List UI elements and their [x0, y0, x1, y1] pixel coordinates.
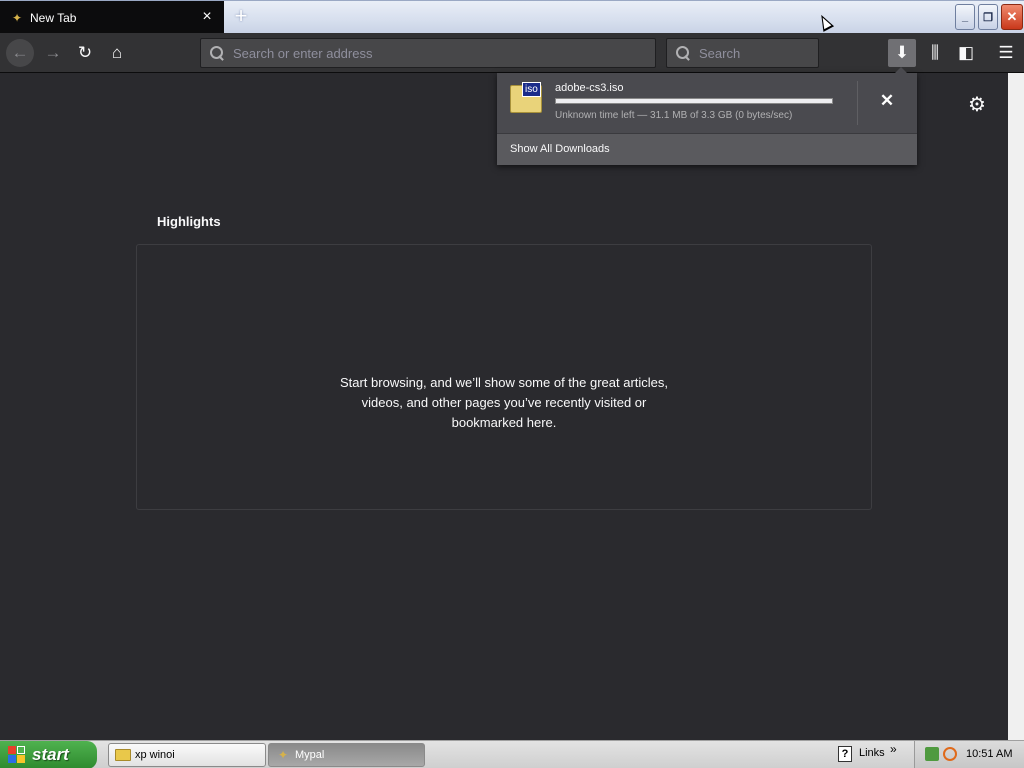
help-icon[interactable]: ? [838, 746, 852, 762]
download-filename: adobe-cs3.iso [555, 82, 624, 94]
links-toolbar[interactable]: Links [859, 747, 885, 759]
hamburger-menu-icon[interactable]: ☰ [993, 40, 1019, 66]
taskbar-item-mypal[interactable]: ✦ Mypal [268, 743, 425, 767]
nav-toolbar: ← → ↻ ⌂ ⬇ ⫼ ◧ ☰ [0, 33, 1024, 73]
divider [857, 81, 858, 125]
highlights-title: Highlights [157, 214, 221, 229]
show-all-downloads-button[interactable]: Show All Downloads [497, 133, 917, 165]
home-icon[interactable]: ⌂ [104, 40, 130, 66]
highlights-empty-message: Start browsing, and we’ll show some of t… [339, 375, 669, 430]
mypal-icon: ✦ [277, 748, 289, 762]
iso-file-icon: iso [510, 82, 542, 113]
start-button[interactable]: start [0, 741, 97, 768]
network-icon[interactable] [925, 747, 939, 761]
download-progress-fill [556, 99, 832, 103]
taskbar: start xp winoi ✦ Mypal ? Links » 10:51 A… [0, 740, 1024, 768]
tab-strip: ✦ New Tab × + _ ❐ ✕ [0, 0, 1024, 34]
chevron-right-icon[interactable]: » [890, 742, 897, 756]
clock: 10:51 AM [966, 748, 1013, 760]
highlights-box: Start browsing, and we’ll show some of t… [136, 244, 872, 510]
screen: ✦ New Tab × + _ ❐ ✕ ← → ↻ ⌂ ⬇ ⫼ ◧ ☰ ⚙ Hi… [0, 0, 1024, 768]
tab-close-icon[interactable]: × [200, 9, 214, 25]
mypal-favicon-icon: ✦ [11, 10, 23, 25]
tab-new-tab[interactable]: ✦ New Tab × [0, 1, 224, 34]
new-tab-button[interactable]: + [230, 5, 252, 28]
url-bar[interactable] [200, 38, 656, 68]
downloads-panel: iso adobe-cs3.iso Unknown time left — 31… [497, 67, 917, 165]
scrollbar[interactable] [1008, 73, 1024, 740]
cancel-download-icon[interactable]: ✕ [877, 91, 897, 111]
back-arrow-icon[interactable]: ← [6, 39, 34, 67]
system-tray: 10:51 AM [914, 741, 1024, 768]
taskbar-item-xp-winoi[interactable]: xp winoi [108, 743, 266, 767]
library-icon[interactable]: ⫼ [922, 40, 948, 66]
folder-icon [115, 749, 131, 761]
search-icon [209, 45, 225, 61]
tab-title: New Tab [30, 10, 77, 25]
windows-logo-icon [8, 746, 26, 764]
window-minimize-button[interactable]: _ [955, 4, 975, 30]
download-icon[interactable]: ⬇ [888, 39, 916, 67]
search-input[interactable] [699, 45, 818, 61]
taskbar-item-label: Mypal [295, 749, 325, 761]
forward-arrow-icon[interactable]: → [40, 40, 66, 66]
search-tray-icon[interactable] [943, 747, 957, 761]
search-bar[interactable] [666, 38, 819, 68]
file-type-label: iso [522, 82, 541, 97]
taskbar-item-label: xp winoi [135, 749, 175, 761]
window-close-button[interactable]: ✕ [1001, 4, 1023, 30]
window-restore-button[interactable]: ❐ [978, 4, 998, 30]
download-status: Unknown time left — 31.1 MB of 3.3 GB (0… [555, 110, 793, 121]
url-input[interactable] [233, 45, 655, 61]
download-progress-bar [555, 98, 833, 104]
mouse-cursor-icon [815, 12, 835, 32]
sidebar-icon[interactable]: ◧ [953, 40, 979, 66]
download-item[interactable]: iso adobe-cs3.iso Unknown time left — 31… [497, 73, 917, 133]
search-icon [675, 45, 691, 61]
start-label: start [32, 745, 69, 764]
reload-icon[interactable]: ↻ [72, 40, 98, 66]
gear-icon[interactable]: ⚙ [966, 94, 988, 116]
